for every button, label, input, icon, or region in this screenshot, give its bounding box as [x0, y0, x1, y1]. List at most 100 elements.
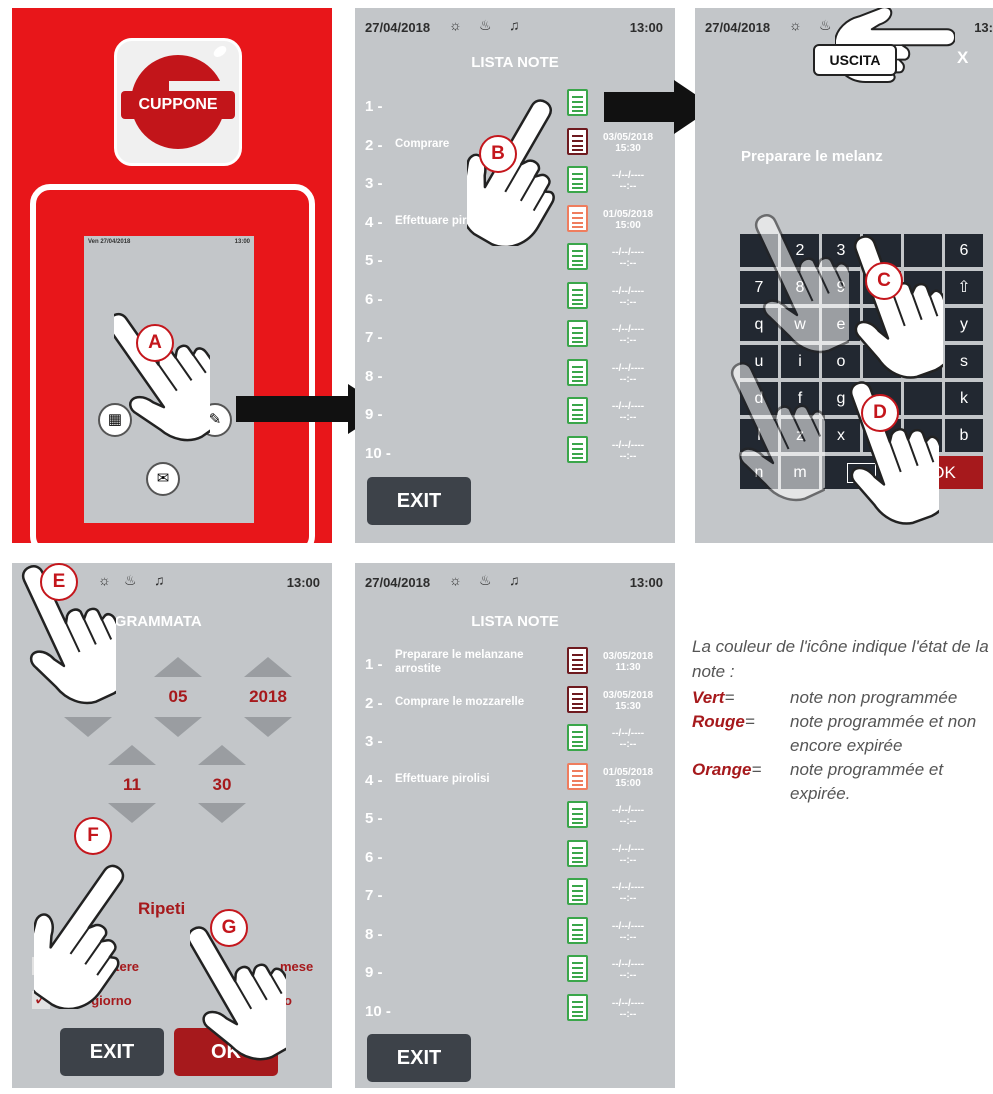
note-date: --/--/----	[611, 362, 645, 374]
note-time: --:--	[619, 816, 637, 827]
list-item[interactable]: 10 - --/--/---- --:--	[365, 993, 675, 1030]
note-schedule: 03/05/2018 15:30	[597, 132, 659, 154]
list-item[interactable]: 8 - --/--/---- --:--	[365, 916, 675, 953]
cuppone-logo: CUPPONE	[114, 38, 242, 166]
note-number: 4 -	[365, 213, 383, 231]
steam-icon: ♨	[479, 572, 492, 588]
note-time: --:--	[619, 373, 637, 385]
note-time: 15:30	[615, 700, 641, 712]
close-button[interactable]: X	[957, 48, 968, 68]
keyboard-key[interactable]: s	[945, 345, 983, 378]
keyboard-key[interactable]: y	[945, 308, 983, 341]
note-icon[interactable]	[567, 724, 588, 751]
legend-item: Vert= note non programmée	[692, 686, 990, 710]
list-item[interactable]: 5 - --/--/---- --:--	[365, 800, 675, 837]
note-icon[interactable]	[567, 839, 588, 867]
note-time: --:--	[619, 335, 637, 346]
note-icon[interactable]	[567, 685, 588, 713]
minute-down-button[interactable]	[198, 803, 246, 823]
note-number: 5 -	[365, 252, 383, 269]
list-item[interactable]: 4 - Effettuare pirolisi 01/05/2018 15:00	[365, 762, 675, 799]
note-time: --:--	[619, 893, 637, 904]
note-schedule: 01/05/2018 15:00	[597, 767, 659, 789]
marker-d: D	[861, 394, 899, 432]
panel-schedule: ☼ ♨ ♫ 13:00 ROGRAMMATA 03 05 2018 11 30 …	[12, 563, 332, 1088]
list-item[interactable]: 8 - --/--/---- --:--	[365, 358, 675, 395]
year-up-button[interactable]	[244, 657, 292, 677]
note-schedule: --/--/---- --:--	[597, 170, 659, 192]
list-item[interactable]: 1 - Preparare le melanzane arrostite 03/05…	[365, 646, 675, 683]
note-date: --/--/----	[611, 959, 645, 970]
keyboard-key[interactable]: b	[945, 419, 983, 452]
note-number: 6 -	[365, 848, 383, 866]
note-time: --:--	[619, 854, 637, 866]
hand-pointer-icon	[114, 298, 210, 448]
minute-up-button[interactable]	[198, 745, 246, 765]
hour-down-button[interactable]	[108, 803, 156, 823]
hour-up-button[interactable]	[108, 745, 156, 765]
note-date: 03/05/2018	[602, 689, 654, 701]
month-down-button[interactable]	[154, 717, 202, 737]
note-text: Preparare le melanzane arrostite	[395, 649, 524, 675]
note-icon[interactable]	[567, 127, 588, 155]
note-schedule: 03/05/2018 15:30	[597, 690, 659, 712]
note-icon[interactable]	[567, 89, 588, 116]
legend-equals: =	[751, 760, 762, 779]
marker-a: A	[136, 324, 174, 362]
exit-button[interactable]: EXIT	[367, 1034, 471, 1082]
note-icon[interactable]	[567, 320, 588, 347]
note-schedule: --/--/---- --:--	[597, 959, 659, 981]
list-item[interactable]: 2 - Comprare le mozzarelle 03/05/2018 15:30	[365, 685, 675, 722]
mail-icon[interactable]: ✉	[146, 462, 180, 496]
note-number: 7 -	[365, 887, 383, 904]
bell-icon: ♫	[509, 572, 520, 588]
note-icon[interactable]	[567, 435, 588, 463]
keyboard-key[interactable]: k	[945, 382, 983, 415]
hand-pointer-icon	[847, 230, 943, 380]
list-item[interactable]: 9 - --/--/---- --:--	[365, 954, 675, 991]
note-icon[interactable]	[567, 955, 588, 982]
month-up-button[interactable]	[154, 657, 202, 677]
note-icon[interactable]	[567, 916, 588, 944]
note-date: --/--/----	[611, 882, 645, 893]
note-date: --/--/----	[611, 247, 645, 258]
year-down-button[interactable]	[244, 717, 292, 737]
list-item[interactable]: 7 - --/--/---- --:--	[365, 319, 675, 356]
note-icon[interactable]	[567, 243, 588, 270]
note-icon[interactable]	[567, 878, 588, 905]
status-bar: 27/04/2018 ☼ ♨ ♫ 13:00	[355, 563, 675, 603]
list-item[interactable]: 6 - --/--/---- --:--	[365, 839, 675, 876]
note-number: 8 -	[365, 367, 383, 385]
exit-button[interactable]: EXIT	[60, 1028, 164, 1076]
note-number: 2 -	[365, 136, 383, 154]
note-text: Effettuare pirolisi	[395, 772, 490, 785]
status-time: 13:00	[629, 575, 663, 590]
list-item[interactable]: 3 - --/--/---- --:--	[365, 723, 675, 760]
list-item[interactable]: 7 - --/--/---- --:--	[365, 877, 675, 914]
note-icon[interactable]	[567, 647, 588, 674]
note-icon[interactable]	[567, 397, 588, 424]
input-text[interactable]: Preparare le melanz	[741, 148, 883, 165]
note-number: 2 -	[365, 694, 383, 712]
list-item[interactable]: 9 - --/--/---- --:--	[365, 396, 675, 433]
list-item[interactable]: 6 - --/--/---- --:--	[365, 281, 675, 318]
exit-button[interactable]: EXIT	[367, 477, 471, 525]
note-icon[interactable]	[567, 358, 588, 386]
day-down-button[interactable]	[64, 717, 112, 737]
note-icon[interactable]	[567, 166, 588, 193]
month-value: 05	[168, 687, 188, 706]
keyboard-key[interactable]: ⇧	[945, 271, 983, 304]
note-icon[interactable]	[567, 801, 588, 828]
note-icon[interactable]	[567, 204, 588, 232]
status-date: 27/04/2018	[365, 20, 431, 35]
list-item[interactable]: 5 - --/--/---- --:--	[365, 242, 675, 279]
keyboard-key[interactable]: 6	[945, 234, 983, 267]
mini-time: 13:00	[234, 239, 250, 245]
note-icon[interactable]	[567, 762, 588, 790]
list-item[interactable]: 10 - --/--/---- --:--	[365, 435, 675, 472]
note-date: 01/05/2018	[602, 208, 654, 220]
note-number: 5 -	[365, 810, 383, 827]
note-icon[interactable]	[567, 993, 588, 1021]
note-icon[interactable]	[567, 281, 588, 309]
bell-icon: ♫	[509, 17, 520, 33]
